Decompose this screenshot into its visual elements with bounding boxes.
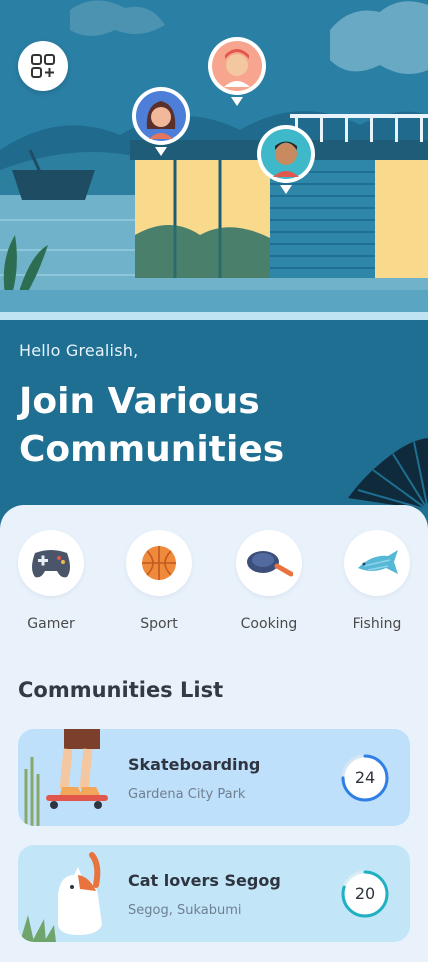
gamepad-icon bbox=[32, 550, 70, 578]
greeting-text: Hello Grealish, bbox=[19, 341, 139, 360]
category-row: Gamer Sport Cooking Fishing bbox=[0, 530, 428, 640]
category-fishing[interactable]: Fishing bbox=[332, 530, 422, 632]
community-name: Cat lovers Segog bbox=[128, 871, 281, 890]
communities-list-title: Communities List bbox=[18, 678, 224, 702]
avatar-pin[interactable] bbox=[130, 85, 192, 157]
skateboarder-illustration bbox=[24, 729, 108, 826]
category-label: Gamer bbox=[27, 616, 75, 632]
app-screen: Hello Grealish, Join Various Communities… bbox=[0, 0, 428, 962]
community-location: Gardena City Park bbox=[128, 787, 246, 802]
community-card-cat-lovers[interactable]: Cat lovers Segog Segog, Sukabumi 20 bbox=[18, 845, 410, 942]
frying-pan-icon bbox=[247, 551, 293, 577]
category-icon-circle bbox=[18, 530, 84, 596]
community-name: Skateboarding bbox=[128, 755, 261, 774]
category-label: Fishing bbox=[352, 616, 402, 632]
category-icon-circle bbox=[126, 530, 192, 596]
palm-leaf-decoration bbox=[348, 438, 428, 510]
category-icon-circle bbox=[236, 530, 302, 596]
community-location: Segog, Sukabumi bbox=[128, 903, 242, 918]
category-cooking[interactable]: Cooking bbox=[224, 530, 314, 632]
avatar-pin[interactable] bbox=[255, 123, 317, 195]
category-gamer[interactable]: Gamer bbox=[6, 530, 96, 632]
menu-button[interactable] bbox=[18, 41, 68, 91]
community-card-skateboarding[interactable]: Skateboarding Gardena City Park 24 bbox=[18, 729, 410, 826]
avatar-pin[interactable] bbox=[206, 35, 268, 107]
cat-illustration bbox=[20, 852, 102, 942]
grid-menu-icon bbox=[31, 54, 55, 78]
fish-icon bbox=[358, 550, 398, 574]
category-sport[interactable]: Sport bbox=[114, 530, 204, 632]
member-count: 20 bbox=[354, 884, 376, 903]
member-count: 24 bbox=[354, 768, 376, 787]
basketball-icon bbox=[142, 546, 176, 580]
page-title: Join Various Communities bbox=[19, 381, 285, 470]
category-icon-circle bbox=[344, 530, 410, 596]
category-label: Sport bbox=[140, 616, 178, 632]
category-label: Cooking bbox=[240, 616, 298, 632]
